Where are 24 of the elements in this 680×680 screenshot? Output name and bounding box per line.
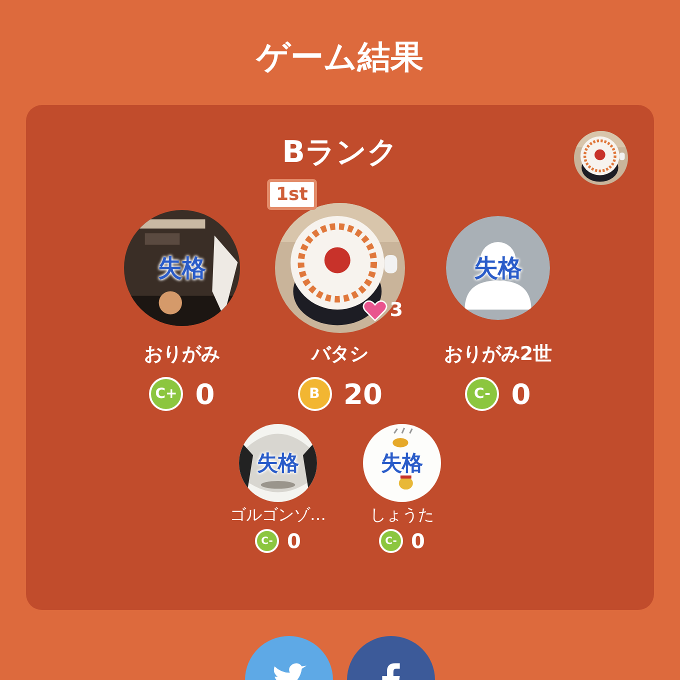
like-count: 3 [390,299,403,321]
disqualified-label: 失格 [257,450,299,477]
rank-badge: C- [465,377,500,411]
score: 0 [411,529,425,553]
player-name: おりがみ [144,342,220,367]
rank-title: Bランク [282,134,398,172]
score: 20 [344,378,382,410]
disqualified-label: 失格 [474,253,522,284]
player-name: おりがみ2世 [444,342,552,367]
score: 0 [511,378,531,410]
rank-badge: C- [255,529,280,553]
default-avatar-icon [446,216,550,320]
player-name: しょうた [370,505,434,525]
score: 0 [195,378,215,410]
place-badge: 1st [267,179,317,210]
rank-badge: B [298,377,332,411]
score: 0 [287,529,301,553]
rank-badge: C- [379,529,404,553]
disqualified-label: 失格 [158,253,206,284]
player-name: バタシ [312,342,368,367]
page-title: ゲーム結果 [256,36,424,78]
rank-badge: C+ [149,377,184,411]
player-name: ゴルゴンゾ… [230,505,326,525]
disqualified-label: 失格 [381,450,423,477]
